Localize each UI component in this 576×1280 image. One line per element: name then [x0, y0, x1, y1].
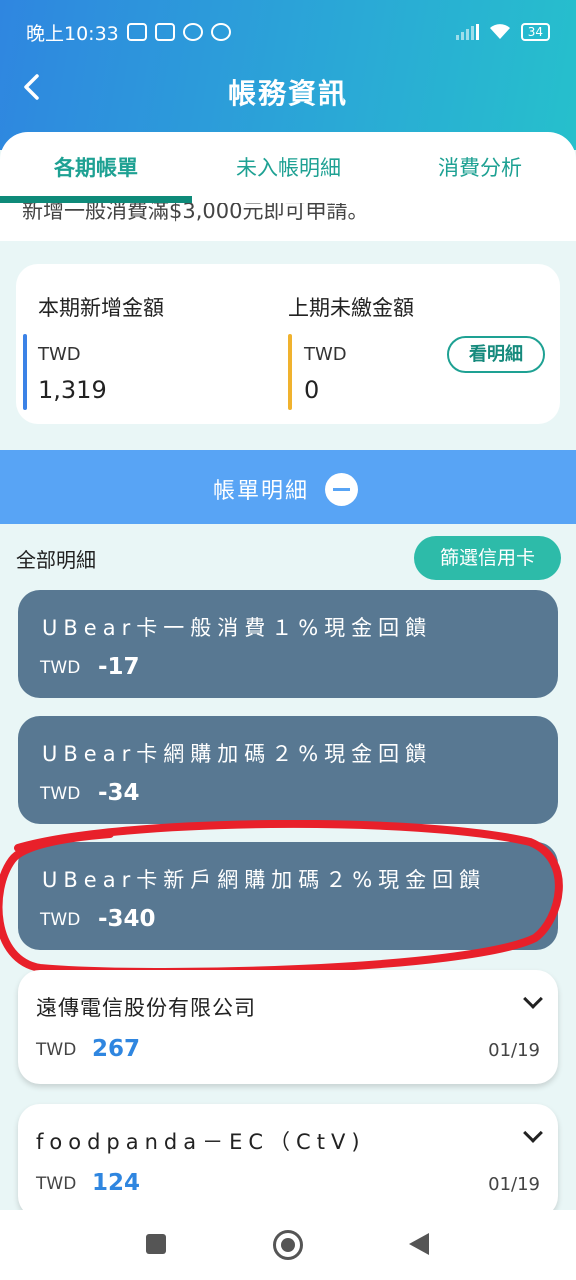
transaction-currency: TWD — [40, 658, 81, 678]
transaction-date: 01/19 — [488, 1174, 540, 1195]
scrolled-notice: 新增一般消費滿$3,000元即可申請。 — [0, 203, 576, 241]
all-details-label: 全部明細 — [16, 548, 96, 572]
transaction-item[interactable]: UBear卡新戶網購加碼２%現金回饋 TWD -340 — [18, 842, 558, 950]
unpaid-amount-bar — [288, 334, 292, 410]
signal-icon — [455, 24, 479, 40]
transaction-amount: -340 — [98, 906, 156, 932]
chat-icon — [210, 23, 231, 41]
new-amount-currency: TWD — [38, 344, 81, 365]
transaction-title: UBear卡一般消費１%現金回饋 — [42, 616, 433, 640]
transaction-item[interactable]: UBear卡網購加碼２%現金回饋 TWD -34 — [18, 716, 558, 824]
filter-card-button[interactable]: 篩選信用卡 — [414, 536, 561, 580]
new-amount-bar — [23, 334, 27, 410]
back-triangle-icon[interactable] — [409, 1233, 429, 1255]
tab-bar: 各期帳單 未入帳明細 消費分析 — [0, 132, 576, 204]
active-tab-indicator — [0, 196, 192, 203]
status-time: 晚上10:33 — [26, 22, 119, 45]
transaction-item[interactable]: UBear卡一般消費１%現金回饋 TWD -17 — [18, 590, 558, 698]
system-nav-bar — [0, 1210, 576, 1280]
transaction-amount: -17 — [98, 654, 140, 680]
summary-card: 本期新增金額 TWD 1,319 上期未繳金額 TWD 0 看明細 — [16, 264, 560, 424]
chevron-down-icon[interactable] — [523, 989, 543, 1009]
app-header: 晚上10:33 34 帳務資訊 — [0, 0, 576, 150]
transaction-title: UBear卡新戶網購加碼２%現金回饋 — [42, 868, 487, 892]
tab-spending-analysis[interactable]: 消費分析 — [438, 152, 522, 182]
app-notification-icon — [154, 23, 175, 41]
status-bar: 晚上10:33 34 — [26, 18, 550, 46]
bill-detail-label: 帳單明細 — [213, 479, 310, 504]
collapse-minus-icon[interactable] — [325, 473, 358, 506]
transaction-amount: 267 — [92, 1036, 141, 1062]
notice-text: 新增一般消費滿$3,000元即可申請。 — [22, 203, 369, 223]
wifi-icon — [489, 24, 510, 39]
transaction-currency: TWD — [40, 784, 81, 804]
tab-statements[interactable]: 各期帳單 — [54, 152, 138, 182]
transaction-title: foodpanda－EC（CtV) — [36, 1130, 366, 1154]
chevron-down-icon[interactable] — [523, 1123, 543, 1143]
new-amount-label: 本期新增金額 — [38, 296, 164, 320]
notification-muted-icon — [126, 23, 147, 41]
home-icon[interactable] — [273, 1230, 303, 1260]
transaction-currency: TWD — [36, 1174, 77, 1194]
transaction-item[interactable]: foodpanda－EC（CtV) TWD 124 01/19 — [18, 1104, 558, 1218]
unpaid-amount-currency: TWD — [304, 344, 347, 365]
transaction-currency: TWD — [40, 910, 81, 930]
page-title: 帳務資訊 — [227, 77, 348, 110]
transaction-date: 01/19 — [488, 1040, 540, 1061]
view-details-button[interactable]: 看明細 — [447, 336, 545, 373]
transaction-amount: 124 — [92, 1170, 141, 1196]
new-amount-value: 1,319 — [38, 376, 107, 404]
transaction-item[interactable]: 遠傳電信股份有限公司 TWD 267 01/19 — [18, 970, 558, 1084]
transaction-currency: TWD — [36, 1040, 77, 1060]
recents-icon[interactable] — [146, 1234, 166, 1254]
tab-unbilled[interactable]: 未入帳明細 — [236, 152, 341, 182]
unpaid-amount-value: 0 — [304, 376, 320, 404]
transaction-title: UBear卡網購加碼２%現金回饋 — [42, 742, 433, 766]
bill-detail-toggle[interactable]: 帳單明細 — [0, 450, 576, 524]
transaction-title: 遠傳電信股份有限公司 — [36, 996, 256, 1020]
messenger-icon — [182, 23, 203, 41]
unpaid-amount-label: 上期未繳金額 — [288, 296, 414, 320]
transaction-amount: -34 — [98, 780, 140, 806]
battery-icon: 34 — [520, 23, 550, 41]
